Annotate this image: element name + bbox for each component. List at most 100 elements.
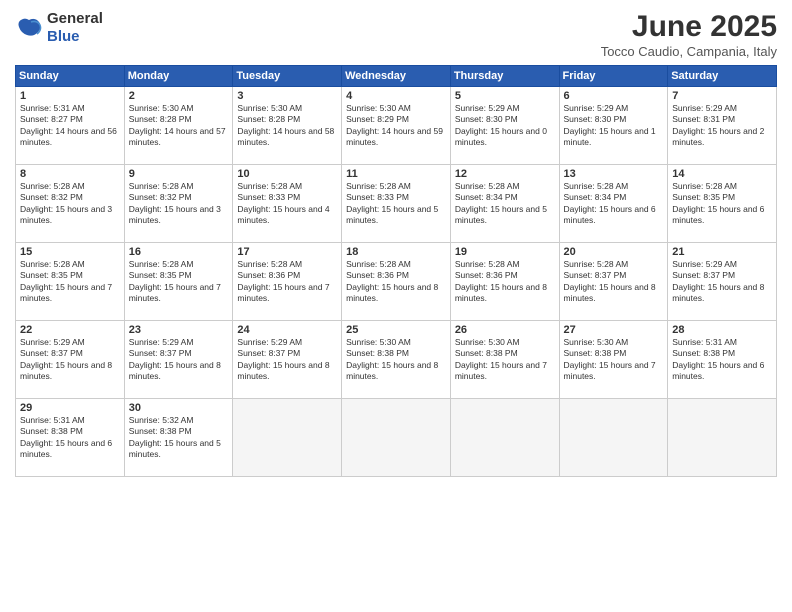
day-number: 13 xyxy=(564,168,664,180)
cell-text: Sunrise: 5:28 AM Sunset: 8:35 PM Dayligh… xyxy=(20,259,120,305)
header-row: SundayMondayTuesdayWednesdayThursdayFrid… xyxy=(16,66,777,87)
cell-text: Sunrise: 5:29 AM Sunset: 8:30 PM Dayligh… xyxy=(564,103,664,149)
day-number: 25 xyxy=(346,324,446,336)
day-cell xyxy=(450,399,559,477)
day-cell: 7 Sunrise: 5:29 AM Sunset: 8:31 PM Dayli… xyxy=(668,87,777,165)
day-number: 26 xyxy=(455,324,555,336)
logo-blue: Blue xyxy=(47,28,80,45)
cell-text: Sunrise: 5:30 AM Sunset: 8:28 PM Dayligh… xyxy=(129,103,229,149)
month-title: June 2025 xyxy=(601,10,777,44)
header-cell-sunday: Sunday xyxy=(16,66,125,87)
day-number: 1 xyxy=(20,90,120,102)
day-number: 29 xyxy=(20,402,120,414)
day-number: 5 xyxy=(455,90,555,102)
cell-text: Sunrise: 5:30 AM Sunset: 8:38 PM Dayligh… xyxy=(346,337,446,383)
day-cell: 6 Sunrise: 5:29 AM Sunset: 8:30 PM Dayli… xyxy=(559,87,668,165)
cell-text: Sunrise: 5:28 AM Sunset: 8:33 PM Dayligh… xyxy=(346,181,446,227)
cell-text: Sunrise: 5:28 AM Sunset: 8:33 PM Dayligh… xyxy=(237,181,337,227)
day-cell: 16 Sunrise: 5:28 AM Sunset: 8:35 PM Dayl… xyxy=(124,243,233,321)
logo-general: General xyxy=(47,10,103,27)
day-number: 14 xyxy=(672,168,772,180)
day-number: 2 xyxy=(129,90,229,102)
day-cell: 2 Sunrise: 5:30 AM Sunset: 8:28 PM Dayli… xyxy=(124,87,233,165)
day-cell: 23 Sunrise: 5:29 AM Sunset: 8:37 PM Dayl… xyxy=(124,321,233,399)
day-cell xyxy=(668,399,777,477)
day-number: 22 xyxy=(20,324,120,336)
header-cell-saturday: Saturday xyxy=(668,66,777,87)
day-number: 4 xyxy=(346,90,446,102)
day-cell: 20 Sunrise: 5:28 AM Sunset: 8:37 PM Dayl… xyxy=(559,243,668,321)
day-cell: 13 Sunrise: 5:28 AM Sunset: 8:34 PM Dayl… xyxy=(559,165,668,243)
day-number: 8 xyxy=(20,168,120,180)
cell-text: Sunrise: 5:30 AM Sunset: 8:28 PM Dayligh… xyxy=(237,103,337,149)
day-cell: 3 Sunrise: 5:30 AM Sunset: 8:28 PM Dayli… xyxy=(233,87,342,165)
header-area: General Blue June 2025 Tocco Caudio, Cam… xyxy=(15,10,777,59)
day-number: 20 xyxy=(564,246,664,258)
day-cell: 9 Sunrise: 5:28 AM Sunset: 8:32 PM Dayli… xyxy=(124,165,233,243)
cell-text: Sunrise: 5:31 AM Sunset: 8:27 PM Dayligh… xyxy=(20,103,120,149)
cell-text: Sunrise: 5:30 AM Sunset: 8:38 PM Dayligh… xyxy=(564,337,664,383)
day-number: 9 xyxy=(129,168,229,180)
day-number: 15 xyxy=(20,246,120,258)
day-cell: 18 Sunrise: 5:28 AM Sunset: 8:36 PM Dayl… xyxy=(342,243,451,321)
header-cell-thursday: Thursday xyxy=(450,66,559,87)
header-cell-friday: Friday xyxy=(559,66,668,87)
day-number: 30 xyxy=(129,402,229,414)
cell-text: Sunrise: 5:28 AM Sunset: 8:37 PM Dayligh… xyxy=(564,259,664,305)
day-cell: 28 Sunrise: 5:31 AM Sunset: 8:38 PM Dayl… xyxy=(668,321,777,399)
day-number: 21 xyxy=(672,246,772,258)
day-number: 28 xyxy=(672,324,772,336)
day-number: 17 xyxy=(237,246,337,258)
week-row-4: 22 Sunrise: 5:29 AM Sunset: 8:37 PM Dayl… xyxy=(16,321,777,399)
day-number: 3 xyxy=(237,90,337,102)
day-number: 6 xyxy=(564,90,664,102)
week-row-2: 8 Sunrise: 5:28 AM Sunset: 8:32 PM Dayli… xyxy=(16,165,777,243)
header-cell-wednesday: Wednesday xyxy=(342,66,451,87)
cell-text: Sunrise: 5:29 AM Sunset: 8:37 PM Dayligh… xyxy=(237,337,337,383)
day-number: 10 xyxy=(237,168,337,180)
calendar-header: SundayMondayTuesdayWednesdayThursdayFrid… xyxy=(16,66,777,87)
day-number: 11 xyxy=(346,168,446,180)
day-cell xyxy=(342,399,451,477)
title-area: June 2025 Tocco Caudio, Campania, Italy xyxy=(601,10,777,59)
day-cell: 8 Sunrise: 5:28 AM Sunset: 8:32 PM Dayli… xyxy=(16,165,125,243)
cell-text: Sunrise: 5:28 AM Sunset: 8:32 PM Dayligh… xyxy=(20,181,120,227)
day-number: 12 xyxy=(455,168,555,180)
cell-text: Sunrise: 5:31 AM Sunset: 8:38 PM Dayligh… xyxy=(672,337,772,383)
cell-text: Sunrise: 5:28 AM Sunset: 8:36 PM Dayligh… xyxy=(455,259,555,305)
cell-text: Sunrise: 5:29 AM Sunset: 8:37 PM Dayligh… xyxy=(20,337,120,383)
cell-text: Sunrise: 5:30 AM Sunset: 8:29 PM Dayligh… xyxy=(346,103,446,149)
page: General Blue June 2025 Tocco Caudio, Cam… xyxy=(0,0,792,612)
day-cell: 30 Sunrise: 5:32 AM Sunset: 8:38 PM Dayl… xyxy=(124,399,233,477)
logo-icon xyxy=(15,17,43,39)
day-cell: 17 Sunrise: 5:28 AM Sunset: 8:36 PM Dayl… xyxy=(233,243,342,321)
day-number: 19 xyxy=(455,246,555,258)
day-cell: 26 Sunrise: 5:30 AM Sunset: 8:38 PM Dayl… xyxy=(450,321,559,399)
day-cell: 15 Sunrise: 5:28 AM Sunset: 8:35 PM Dayl… xyxy=(16,243,125,321)
cell-text: Sunrise: 5:28 AM Sunset: 8:32 PM Dayligh… xyxy=(129,181,229,227)
day-cell: 11 Sunrise: 5:28 AM Sunset: 8:33 PM Dayl… xyxy=(342,165,451,243)
day-cell: 21 Sunrise: 5:29 AM Sunset: 8:37 PM Dayl… xyxy=(668,243,777,321)
week-row-1: 1 Sunrise: 5:31 AM Sunset: 8:27 PM Dayli… xyxy=(16,87,777,165)
cell-text: Sunrise: 5:28 AM Sunset: 8:36 PM Dayligh… xyxy=(237,259,337,305)
logo: General Blue xyxy=(15,10,103,46)
cell-text: Sunrise: 5:29 AM Sunset: 8:37 PM Dayligh… xyxy=(672,259,772,305)
day-cell: 24 Sunrise: 5:29 AM Sunset: 8:37 PM Dayl… xyxy=(233,321,342,399)
cell-text: Sunrise: 5:28 AM Sunset: 8:35 PM Dayligh… xyxy=(672,181,772,227)
day-cell: 10 Sunrise: 5:28 AM Sunset: 8:33 PM Dayl… xyxy=(233,165,342,243)
day-cell: 25 Sunrise: 5:30 AM Sunset: 8:38 PM Dayl… xyxy=(342,321,451,399)
week-row-5: 29 Sunrise: 5:31 AM Sunset: 8:38 PM Dayl… xyxy=(16,399,777,477)
day-cell: 4 Sunrise: 5:30 AM Sunset: 8:29 PM Dayli… xyxy=(342,87,451,165)
location-subtitle: Tocco Caudio, Campania, Italy xyxy=(601,44,777,59)
cell-text: Sunrise: 5:31 AM Sunset: 8:38 PM Dayligh… xyxy=(20,415,120,461)
day-number: 24 xyxy=(237,324,337,336)
day-cell: 14 Sunrise: 5:28 AM Sunset: 8:35 PM Dayl… xyxy=(668,165,777,243)
day-cell: 12 Sunrise: 5:28 AM Sunset: 8:34 PM Dayl… xyxy=(450,165,559,243)
logo-text: General Blue xyxy=(47,10,103,46)
day-cell: 29 Sunrise: 5:31 AM Sunset: 8:38 PM Dayl… xyxy=(16,399,125,477)
day-cell: 1 Sunrise: 5:31 AM Sunset: 8:27 PM Dayli… xyxy=(16,87,125,165)
cell-text: Sunrise: 5:28 AM Sunset: 8:34 PM Dayligh… xyxy=(455,181,555,227)
day-number: 23 xyxy=(129,324,229,336)
cell-text: Sunrise: 5:28 AM Sunset: 8:35 PM Dayligh… xyxy=(129,259,229,305)
cell-text: Sunrise: 5:30 AM Sunset: 8:38 PM Dayligh… xyxy=(455,337,555,383)
